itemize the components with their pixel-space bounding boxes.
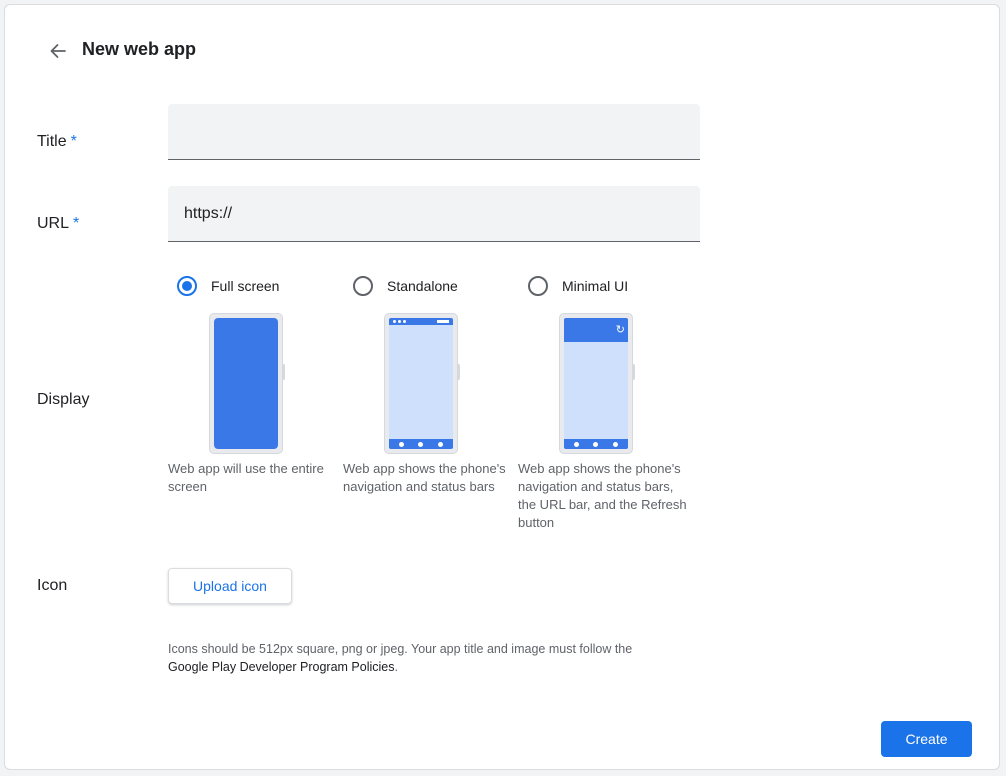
phone-screen <box>389 318 453 449</box>
required-asterisk: * <box>73 215 80 232</box>
display-label: Display <box>37 391 90 408</box>
phone-side-button <box>632 364 635 380</box>
helper-suffix: . <box>394 660 398 674</box>
full-screen-description: Web app will use the entire screen <box>168 461 324 494</box>
url-field[interactable] <box>168 186 700 242</box>
standalone-preview-image <box>384 313 460 454</box>
radio-dot <box>182 281 192 291</box>
create-button[interactable]: Create <box>881 721 972 757</box>
refresh-icon: ↻ <box>615 323 625 336</box>
helper-text: Icons should be 512px square, png or jpe… <box>168 642 633 656</box>
phone-side-button <box>282 364 285 380</box>
status-bar <box>389 318 453 325</box>
radio-button-checked[interactable] <box>177 276 197 296</box>
phone-screen <box>214 318 278 449</box>
display-option-standalone[interactable]: Standalone <box>353 276 458 296</box>
url-label: URL * <box>37 215 79 233</box>
radio-button[interactable] <box>353 276 373 296</box>
url-bar: ↻ <box>564 318 628 342</box>
option-label: Standalone <box>387 278 458 294</box>
phone-side-button <box>457 364 460 380</box>
arrow-left-icon <box>50 44 66 58</box>
title-label-text: Title <box>37 133 67 150</box>
option-label: Full screen <box>211 278 280 294</box>
minimal-ui-description: Web app shows the phone's navigation and… <box>518 461 687 530</box>
navigation-bar <box>564 439 628 449</box>
navigation-bar <box>389 439 453 449</box>
standalone-description: Web app shows the phone's navigation and… <box>343 461 506 494</box>
icon-helper-text: Icons should be 512px square, png or jpe… <box>168 640 688 676</box>
upload-icon-button[interactable]: Upload icon <box>168 568 292 604</box>
display-option-minimal-ui[interactable]: Minimal UI <box>528 276 628 296</box>
minimal-ui-preview-image: ↻ <box>559 313 635 454</box>
required-asterisk: * <box>70 133 77 150</box>
title-input[interactable] <box>168 104 700 159</box>
url-label-text: URL <box>37 215 70 232</box>
icon-label: Icon <box>37 577 68 594</box>
back-button[interactable] <box>44 37 72 65</box>
phone-screen: ↻ <box>564 318 628 449</box>
policies-link[interactable]: Google Play Developer Program Policies <box>168 660 395 674</box>
display-option-full-screen[interactable]: Full screen <box>177 276 279 296</box>
full-screen-preview-image <box>209 313 285 454</box>
title-label: Title * <box>37 133 77 151</box>
url-input[interactable] <box>168 186 700 241</box>
page-title: New web app <box>82 39 197 59</box>
title-field[interactable] <box>168 104 700 160</box>
radio-button[interactable] <box>528 276 548 296</box>
option-label: Minimal UI <box>562 278 629 294</box>
